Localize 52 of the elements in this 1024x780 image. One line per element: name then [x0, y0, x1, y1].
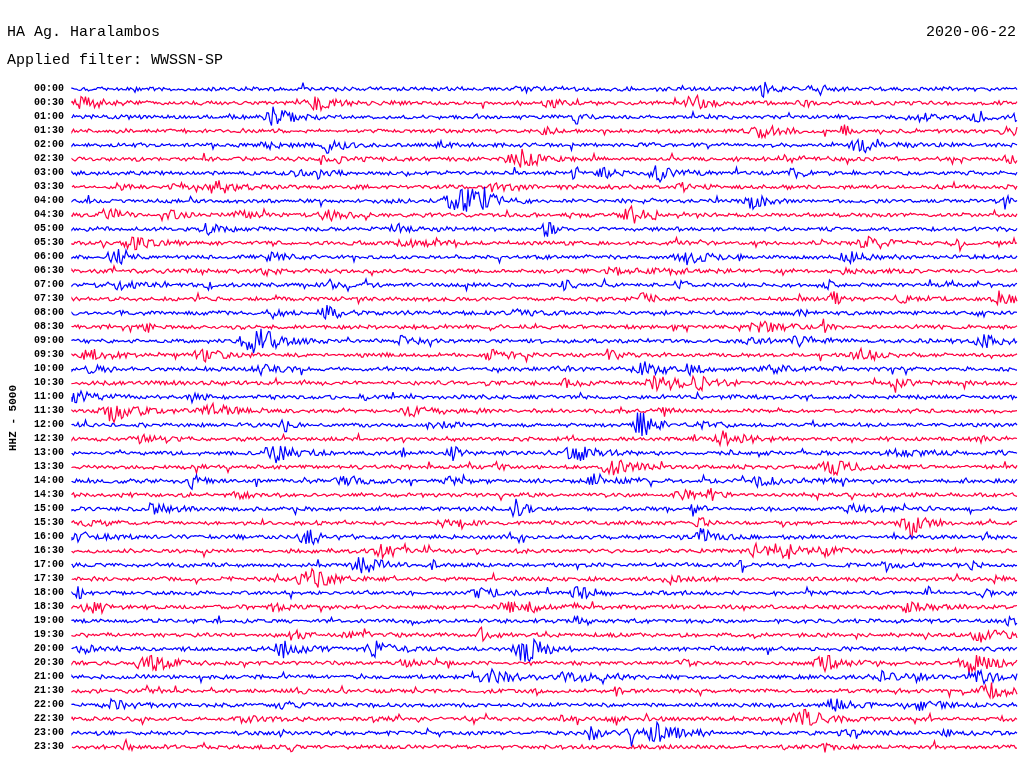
time-label: 03:30: [33, 180, 64, 194]
time-label: 04:30: [33, 208, 64, 222]
time-label: 13:30: [33, 460, 64, 474]
time-label: 19:30: [33, 628, 64, 642]
station-title: HA Ag. Haralambos: [7, 23, 161, 41]
time-label: 10:30: [33, 376, 64, 390]
channel-label: HHZ - 5000: [7, 385, 19, 451]
time-label: 20:30: [33, 656, 64, 670]
time-label: 14:00: [33, 474, 64, 488]
time-label: 15:30: [33, 516, 64, 530]
time-label: 17:30: [33, 572, 64, 586]
time-label: 04:00: [33, 194, 64, 208]
time-label: 21:30: [33, 684, 64, 698]
time-label: 16:30: [33, 544, 64, 558]
time-label: 18:00: [33, 586, 64, 600]
time-label: 09:30: [33, 348, 64, 362]
time-label: 12:00: [33, 418, 64, 432]
time-label: 21:00: [33, 670, 64, 684]
time-label: 23:30: [33, 740, 64, 754]
time-label: 19:00: [33, 614, 64, 628]
time-label: 11:30: [33, 404, 64, 418]
time-label: 02:00: [33, 138, 64, 152]
time-label: 08:30: [33, 320, 64, 334]
time-label: 06:00: [33, 250, 64, 264]
time-label: 10:00: [33, 362, 64, 376]
time-label: 03:00: [33, 166, 64, 180]
time-label: 05:30: [33, 236, 64, 250]
time-label: 17:00: [33, 558, 64, 572]
time-label: 16:00: [33, 530, 64, 544]
time-label: 02:30: [33, 152, 64, 166]
time-label: 15:00: [33, 502, 64, 516]
time-label: 11:00: [33, 390, 64, 404]
date-label: 2020-06-22: [926, 23, 1016, 41]
filter-label: Applied filter: WWSSN-SP: [7, 51, 224, 69]
time-label: 12:30: [33, 432, 64, 446]
time-label: 07:30: [33, 292, 64, 306]
time-label: 01:00: [33, 110, 64, 124]
time-label: 07:00: [33, 278, 64, 292]
time-label: 09:00: [33, 334, 64, 348]
time-label: 20:00: [33, 642, 64, 656]
time-label: 00:30: [33, 96, 64, 110]
time-label: 00:00: [33, 82, 64, 96]
time-label: 01:30: [33, 124, 64, 138]
time-label: 13:00: [33, 446, 64, 460]
time-label: 22:00: [33, 698, 64, 712]
time-label: 23:00: [33, 726, 64, 740]
time-label: 14:30: [33, 488, 64, 502]
time-label: 22:30: [33, 712, 64, 726]
time-label: 05:00: [33, 222, 64, 236]
time-label: 18:30: [33, 600, 64, 614]
time-label: 06:30: [33, 264, 64, 278]
time-label: 08:00: [33, 306, 64, 320]
